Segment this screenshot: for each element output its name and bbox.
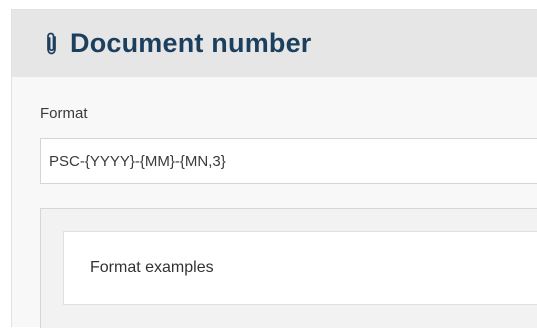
format-label: Format [40,105,88,122]
format-examples-section: Format examples [40,208,537,328]
format-examples-header[interactable]: Format examples [63,231,537,305]
document-number-panel: Document number Format Format examples [11,9,537,328]
panel-title: Document number [70,28,312,58]
paperclip-icon [44,31,60,57]
format-input[interactable] [40,138,537,184]
panel-header: Document number [12,10,537,77]
panel-body: Format Format examples [12,77,537,328]
format-examples-title: Format examples [90,259,214,276]
